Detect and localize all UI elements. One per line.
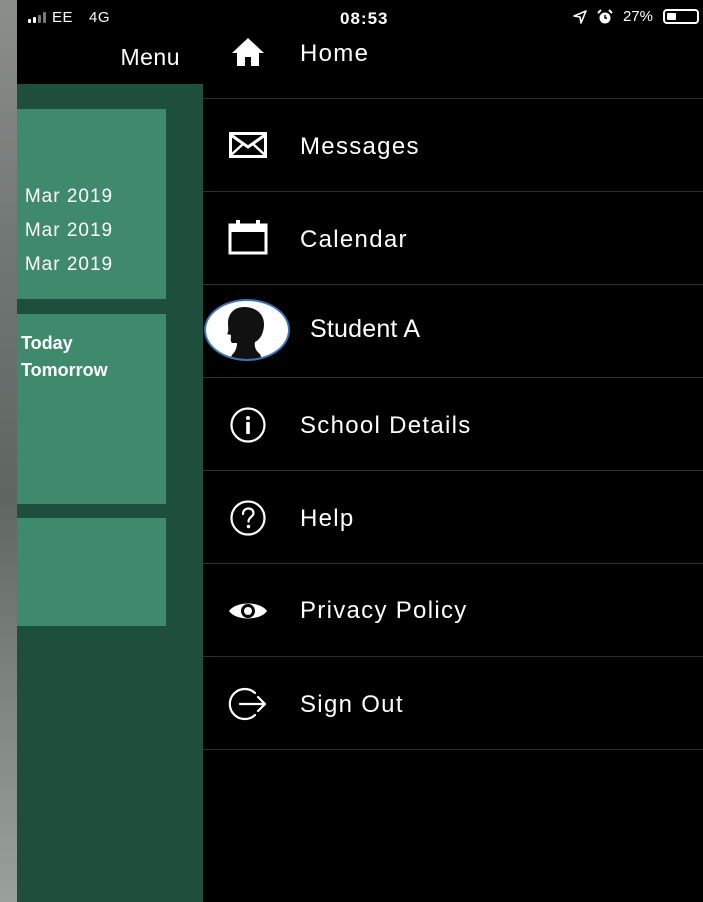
menu-button[interactable]: Menu xyxy=(120,44,180,71)
main-app-content[interactable]: EE 4G Menu 3 Mar 2019 3 Mar 2019 3 Mar 2… xyxy=(17,0,203,902)
drawer-item-messages[interactable]: Messages xyxy=(203,99,703,192)
day-label-tomorrow: Tomorrow xyxy=(21,360,108,380)
drawer-item-calendar[interactable]: Calendar xyxy=(203,192,703,285)
carrier-label: EE xyxy=(52,9,74,26)
main-header: EE 4G Menu xyxy=(17,0,203,84)
date-line: 3 Mar 2019 xyxy=(17,220,114,241)
sign-out-icon xyxy=(228,684,268,724)
info-icon xyxy=(228,405,268,445)
drawer-item-home[interactable]: Home xyxy=(203,6,703,99)
status-bar-left: EE 4G xyxy=(28,9,110,26)
day-label-today: Today xyxy=(21,333,73,353)
envelope-icon xyxy=(228,125,268,165)
calendar-icon xyxy=(228,217,268,257)
navigation-drawer: 08:53 27% Home Messages Calendar Student… xyxy=(203,0,703,902)
date-line: 3 Mar 2019 xyxy=(17,254,114,275)
dates-card[interactable]: 3 Mar 2019 3 Mar 2019 3 Mar 2019 xyxy=(17,109,166,299)
background-edge xyxy=(0,0,17,902)
phone-screen: EE 4G Menu 3 Mar 2019 3 Mar 2019 3 Mar 2… xyxy=(0,0,703,902)
eye-icon xyxy=(228,591,268,631)
help-icon xyxy=(228,498,268,538)
drawer-item-student[interactable]: Student A xyxy=(203,285,703,378)
home-icon xyxy=(228,32,268,72)
drawer-item-label: Home xyxy=(300,40,370,67)
signal-icon xyxy=(28,12,46,23)
days-card[interactable]: Today Tomorrow xyxy=(17,314,166,504)
empty-card[interactable] xyxy=(17,518,166,626)
student-avatar xyxy=(204,299,290,361)
drawer-item-label: Sign Out xyxy=(300,691,404,718)
date-line: 3 Mar 2019 xyxy=(17,186,114,207)
drawer-item-label: Messages xyxy=(300,133,420,160)
drawer-item-label: Student A xyxy=(310,315,421,343)
drawer-item-help[interactable]: Help xyxy=(203,471,703,564)
drawer-item-label: Calendar xyxy=(300,226,408,253)
drawer-item-label: School Details xyxy=(300,412,472,439)
drawer-item-label: Privacy Policy xyxy=(300,597,468,624)
drawer-item-sign-out[interactable]: Sign Out xyxy=(203,657,703,750)
drawer-item-label: Help xyxy=(300,505,355,532)
drawer-item-school-details[interactable]: School Details xyxy=(203,378,703,471)
network-label: 4G xyxy=(89,9,111,26)
drawer-item-privacy-policy[interactable]: Privacy Policy xyxy=(203,564,703,657)
